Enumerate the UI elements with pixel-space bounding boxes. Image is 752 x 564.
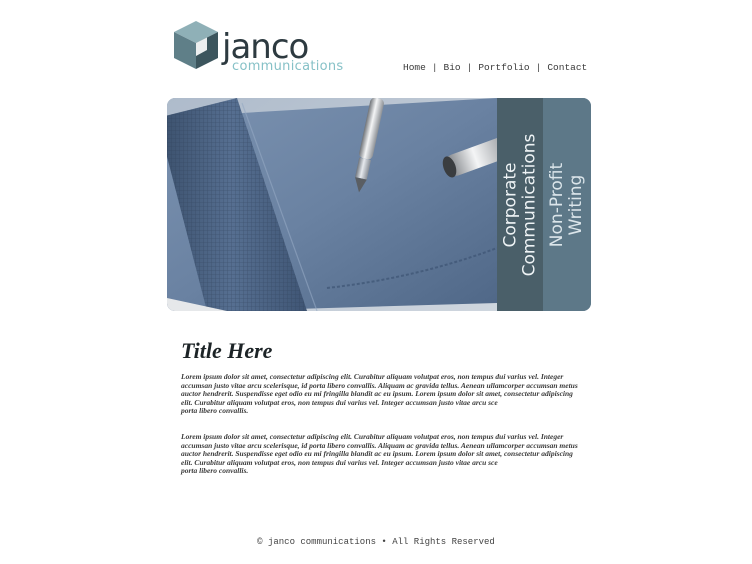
page-title: Title Here	[181, 338, 273, 363]
body-paragraph: Lorem ipsum dolor sit amet, consectetur …	[181, 432, 578, 476]
hero-banner: Corporate Communications Non-Profit Writ…	[167, 98, 591, 311]
nav-bio[interactable]: Bio	[444, 62, 461, 73]
footer-copyright: © janco communications • All Rights Rese…	[257, 537, 495, 547]
logo[interactable]: janco communications	[172, 19, 362, 75]
body-paragraph: Lorem ipsum dolor sit amet, consectetur …	[181, 372, 578, 416]
nav-separator: |	[431, 62, 438, 73]
cube-logo-icon	[174, 21, 218, 69]
tab-corporate-communications-label: Corporate Communications	[500, 133, 540, 276]
nav-separator: |	[535, 62, 542, 73]
tab-non-profit-writing-label: Non-Profit Writing	[547, 162, 586, 247]
nav-home[interactable]: Home	[403, 62, 426, 73]
notebook-and-pen-photo	[167, 98, 497, 311]
tab-corporate-communications[interactable]: Corporate Communications	[497, 98, 543, 311]
nav-contact[interactable]: Contact	[547, 62, 587, 73]
logo-tagline: communications	[232, 59, 344, 74]
nav-portfolio[interactable]: Portfolio	[478, 62, 529, 73]
main-nav: Home | Bio | Portfolio | Contact	[403, 62, 587, 73]
tab-non-profit-writing[interactable]: Non-Profit Writing	[543, 98, 591, 311]
nav-separator: |	[466, 62, 473, 73]
